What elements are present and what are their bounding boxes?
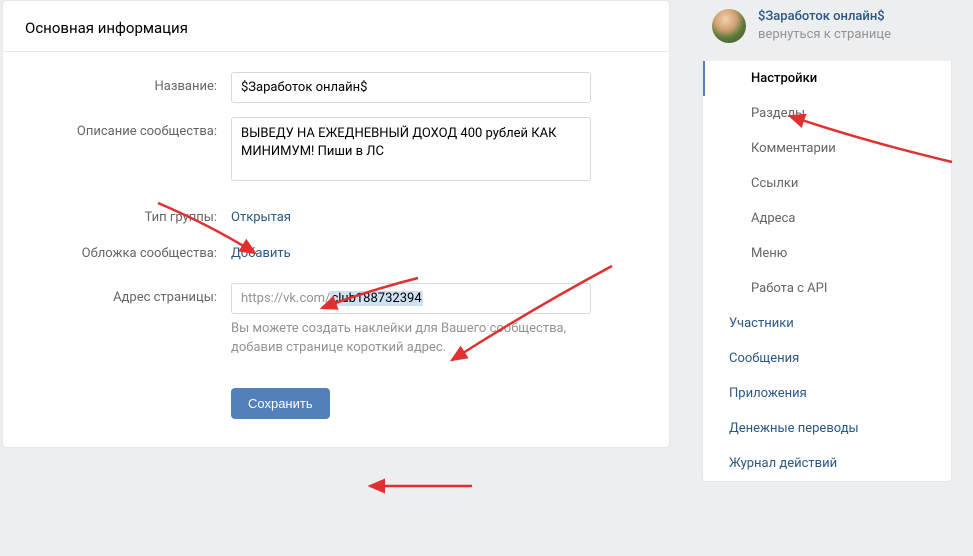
- profile-back-link[interactable]: вернуться к странице: [758, 26, 891, 44]
- nav-item-9[interactable]: Приложения: [703, 376, 951, 411]
- address-value: club188732394: [330, 291, 422, 306]
- profile-block[interactable]: $Заработок онлайн$ вернуться к странице: [702, 0, 952, 61]
- address-input[interactable]: https://vk.com/club188732394: [231, 283, 591, 314]
- settings-nav: НастройкиРазделыКомментарииСсылкиАдресаМ…: [702, 61, 952, 482]
- nav-item-7[interactable]: Участники: [703, 306, 951, 341]
- save-button[interactable]: Сохранить: [231, 388, 330, 419]
- main-info-panel: Основная информация Название: Описание с…: [2, 0, 670, 448]
- nav-item-5[interactable]: Меню: [703, 236, 951, 271]
- profile-name: $Заработок онлайн$: [758, 8, 891, 26]
- form-area: Название: Описание сообщества: ВЫВЕДУ НА…: [3, 52, 669, 447]
- name-input[interactable]: [231, 72, 591, 103]
- group-type-label: Тип группы:: [25, 203, 231, 225]
- nav-item-10[interactable]: Денежные переводы: [703, 411, 951, 446]
- nav-item-3[interactable]: Ссылки: [703, 166, 951, 201]
- name-label: Название:: [25, 72, 231, 94]
- address-prefix: https://vk.com/: [241, 291, 330, 306]
- nav-item-4[interactable]: Адреса: [703, 201, 951, 236]
- nav-item-11[interactable]: Журнал действий: [703, 446, 951, 481]
- group-type-link[interactable]: Открытая: [231, 203, 291, 225]
- cover-add-link[interactable]: Добавить: [231, 239, 291, 261]
- description-textarea[interactable]: ВЫВЕДУ НА ЕЖЕДНЕВНЫЙ ДОХОД 400 рублей КА…: [231, 117, 591, 181]
- cover-label: Обложка сообщества:: [25, 239, 231, 261]
- nav-item-8[interactable]: Сообщения: [703, 341, 951, 376]
- description-label: Описание сообщества:: [25, 117, 231, 139]
- nav-item-0[interactable]: Настройки: [703, 61, 951, 96]
- right-column: $Заработок онлайн$ вернуться к странице …: [702, 0, 952, 482]
- avatar: [712, 9, 746, 43]
- nav-item-2[interactable]: Комментарии: [703, 131, 951, 166]
- annotation-arrow: [360, 474, 480, 498]
- address-hint: Вы можете создать наклейки для Вашего со…: [231, 320, 601, 358]
- panel-title: Основная информация: [3, 1, 669, 52]
- address-label: Адрес страницы:: [25, 283, 231, 305]
- nav-item-1[interactable]: Разделы: [703, 96, 951, 131]
- nav-item-6[interactable]: Работа с API: [703, 271, 951, 306]
